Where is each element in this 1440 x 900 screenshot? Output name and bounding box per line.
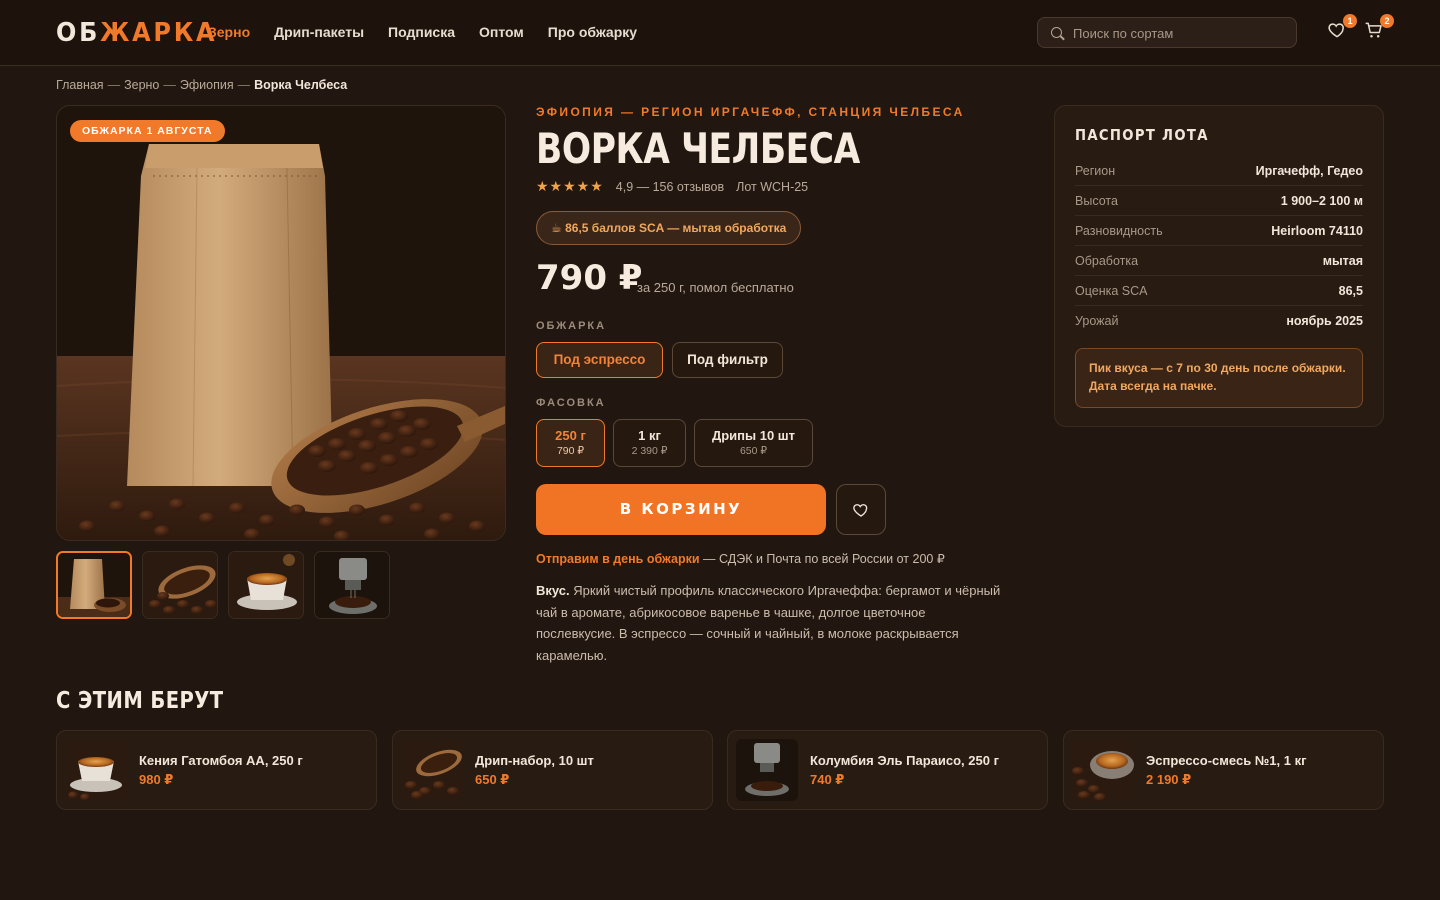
- related-item-image: [1072, 739, 1134, 801]
- thumbnail-espresso-cup[interactable]: [228, 551, 304, 619]
- nav-item-drip-bags[interactable]: Дрип-пакеты: [274, 24, 364, 40]
- related-item-drip-set[interactable]: Дрип-набор, 10 шт 650 ₽: [392, 730, 713, 810]
- site-header: ОБЖАРКА Зерно Дрип-пакеты Подписка Оптом…: [0, 0, 1440, 66]
- related-item-espresso-blend[interactable]: Эспрессо-смесь №1, 1 кг 2 190 ₽: [1063, 730, 1384, 810]
- passport-row-altitude: Высота 1 900–2 100 м: [1075, 186, 1363, 216]
- pack-section-label: ФАСОВКА: [536, 397, 606, 409]
- site-logo[interactable]: ОБЖАРКА: [56, 18, 217, 48]
- favorites-button[interactable]: 1: [1327, 14, 1357, 42]
- related-item-kenya[interactable]: Кения Гатомбоя АА, 250 г 980 ₽: [56, 730, 377, 810]
- related-item-price: 650 ₽: [475, 772, 510, 787]
- cart-count-badge: 2: [1380, 14, 1394, 28]
- product-main-photo[interactable]: ОБЖАРКА 1 АВГУСТА: [56, 105, 506, 541]
- search-input[interactable]: [1073, 23, 1288, 43]
- passport-row-region: Регион Иргачефф, Гедео: [1075, 156, 1363, 186]
- price-note: за 250 г, помол бесплатно: [637, 280, 794, 295]
- roast-date-badge: ОБЖАРКА 1 АВГУСТА: [70, 120, 225, 142]
- favorites-count-badge: 1: [1343, 14, 1357, 28]
- thumbnail-bag[interactable]: [56, 551, 132, 619]
- peak-flavor-note: Пик вкуса — с 7 по 30 день после обжарки…: [1075, 348, 1363, 408]
- search-box: [1037, 17, 1297, 48]
- passport-row-harvest: Урожай ноябрь 2025: [1075, 314, 1363, 328]
- breadcrumb-home[interactable]: Главная: [56, 78, 104, 92]
- thumbnail-grinder[interactable]: [314, 551, 390, 619]
- related-item-price: 980 ₽: [139, 772, 174, 787]
- gallery-thumbnails: [56, 551, 390, 619]
- related-item-image: [65, 739, 127, 801]
- breadcrumb: Главная — Зерно — Эфиопия — Ворка Челбеса: [56, 78, 348, 92]
- reviews-link[interactable]: 4,9 — 156 отзывов: [616, 180, 724, 194]
- search-icon: [1051, 27, 1062, 38]
- breadcrumb-ethiopia[interactable]: Эфиопия: [180, 78, 234, 92]
- roast-option-filter[interactable]: Под фильтр: [672, 342, 783, 378]
- add-to-cart-button[interactable]: В КОРЗИНУ: [536, 484, 826, 535]
- related-item-colombia[interactable]: Колумбия Эль Параисо, 250 г 740 ₽: [727, 730, 1048, 810]
- shipping-info: Отправим в день обжарки — СДЭК и Почта п…: [536, 552, 945, 566]
- passport-title: ПАСПОРТ ЛОТА: [1075, 126, 1209, 144]
- related-item-image: [736, 739, 798, 801]
- passport-row-sca-score: Оценка SCA 86,5: [1075, 276, 1363, 306]
- thumbnail-scoop[interactable]: [142, 551, 218, 619]
- nav-item-subscription[interactable]: Подписка: [388, 24, 455, 40]
- lot-passport-card: ПАСПОРТ ЛОТА Регион Иргачефф, Гедео Высот…: [1054, 105, 1384, 427]
- nav-item-beans[interactable]: Зерно: [208, 24, 250, 40]
- related-item-price: 2 190 ₽: [1146, 772, 1192, 787]
- passport-row-variety: Разновидность Heirloom 74110: [1075, 216, 1363, 246]
- coffee-bag-image: [57, 106, 505, 540]
- rating-stars-icon: ★★★★★: [536, 178, 604, 194]
- cart-button[interactable]: 2: [1364, 14, 1394, 42]
- pack-option-drips[interactable]: Дрипы 10 шт 650 ₽: [694, 419, 813, 467]
- product-title: ВОРКА ЧЕЛБЕСА: [536, 124, 860, 173]
- related-item-name: Эспрессо-смесь №1, 1 кг: [1146, 753, 1307, 768]
- product-rating: ★★★★★ 4,9 — 156 отзывов Лот WCH-25: [536, 178, 808, 195]
- main-nav: Зерно Дрип-пакеты Подписка Оптом Про обж…: [208, 24, 637, 40]
- breadcrumb-beans[interactable]: Зерно: [124, 78, 159, 92]
- sca-score-badge: ☕ 86,5 баллов SCA — мытая обработка: [536, 211, 802, 245]
- related-item-price: 740 ₽: [810, 772, 845, 787]
- related-item-image: [401, 739, 463, 801]
- product-price: 790 ₽: [536, 258, 643, 298]
- roast-option-espresso[interactable]: Под эспрессо: [536, 342, 663, 378]
- pack-option-250g[interactable]: 250 г 790 ₽: [536, 419, 605, 467]
- related-section-title: С ЭТИМ БЕРУТ: [56, 688, 224, 714]
- heart-icon: [853, 504, 868, 517]
- related-item-name: Кения Гатомбоя АА, 250 г: [139, 753, 303, 768]
- related-item-name: Колумбия Эль Параисо, 250 г: [810, 753, 999, 768]
- nav-item-about-roasting[interactable]: Про обжарку: [548, 24, 637, 40]
- passport-row-processing: Обработка мытая: [1075, 246, 1363, 276]
- breadcrumb-current: Ворка Челбеса: [254, 78, 348, 92]
- pack-option-1kg[interactable]: 1 кг 2 390 ₽: [613, 419, 686, 467]
- add-to-favorites-button[interactable]: [836, 484, 886, 535]
- roast-section-label: ОБЖАРКА: [536, 320, 607, 332]
- related-item-name: Дрип-набор, 10 шт: [475, 753, 594, 768]
- product-origin: ЭФИОПИЯ — РЕГИОН ИРГАЧЕФФ, СТАНЦИЯ ЧЕЛБЕ…: [536, 105, 965, 119]
- lot-number: Лот WCH-25: [736, 179, 809, 194]
- nav-item-wholesale[interactable]: Оптом: [479, 24, 524, 40]
- taste-description: Вкус. Яркий чистый профиль классического…: [536, 583, 1001, 663]
